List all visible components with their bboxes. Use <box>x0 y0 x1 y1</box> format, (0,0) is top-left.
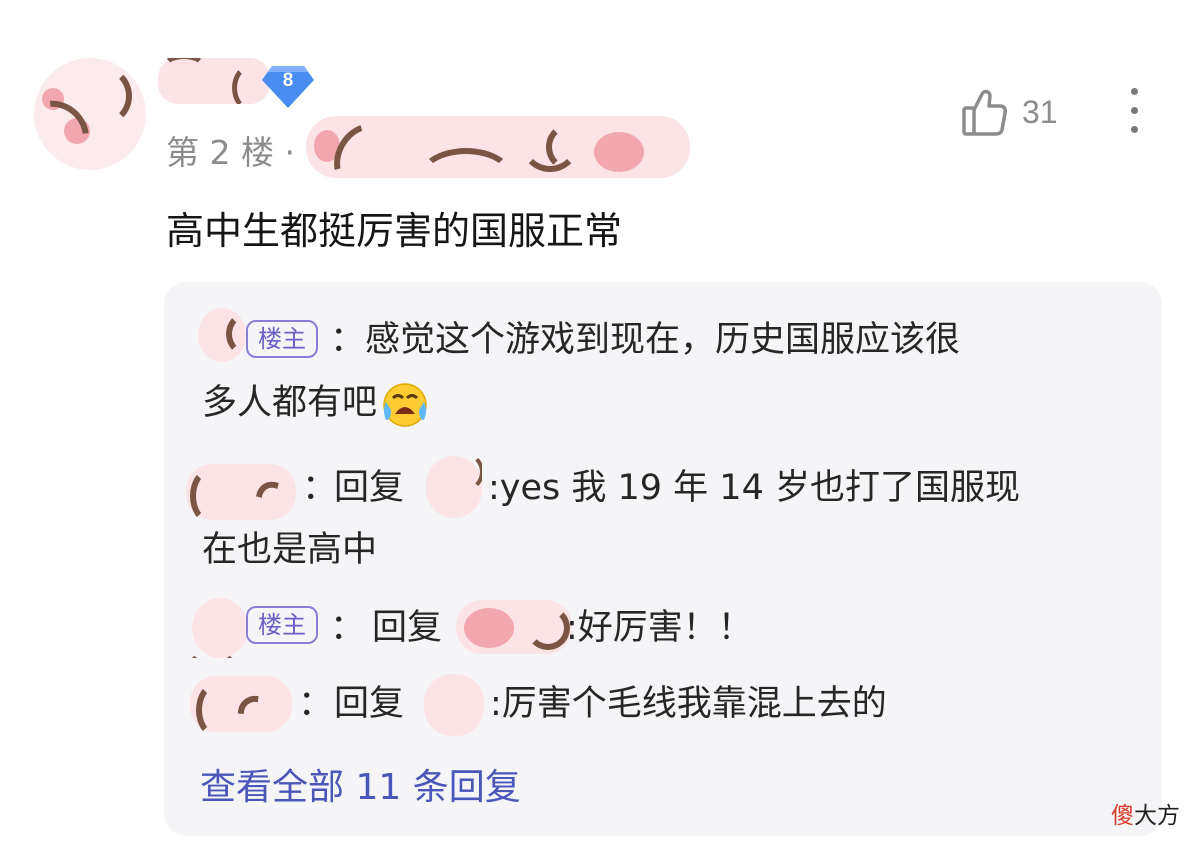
reply-4-text: :厉害个毛线我靠混上去的 <box>490 684 887 724</box>
reply-author-censored[interactable] <box>198 306 246 362</box>
reply-4-colon: ： <box>298 684 334 724</box>
reply-2-text-line1: :yes 我 19 年 14 岁也打了国服现 <box>488 468 1020 508</box>
comment-text: 高中生都挺厉害的国服正常 <box>166 209 623 253</box>
floor-label: 第 2 楼 · <box>166 133 295 172</box>
reply-author-censored[interactable] <box>186 464 296 520</box>
thumbs-up-icon[interactable] <box>960 88 1008 138</box>
avatar[interactable] <box>34 58 146 170</box>
watermark: 傻大方 <box>1111 796 1180 830</box>
crying-emoji-icon <box>381 380 429 428</box>
reply-3-text: :好厉害！！ <box>566 608 753 648</box>
replied-user-censored[interactable] <box>456 600 572 654</box>
reply-3-colon: ： <box>330 608 366 648</box>
reply-1-text-line2-content: 多人都有吧 <box>202 383 378 423</box>
reply-4-reply-label: 回复 <box>334 684 405 724</box>
view-all-replies-link[interactable]: 查看全部 11 条回复 <box>200 758 521 810</box>
level-diamond-icon: 8 <box>262 62 314 110</box>
reply-author-censored[interactable] <box>190 676 292 732</box>
more-vertical-icon[interactable] <box>1124 88 1144 138</box>
reply-3-reply-label: 回复 <box>372 608 443 648</box>
replied-user-censored[interactable] <box>424 674 484 736</box>
reply-2-colon: ： <box>302 468 338 508</box>
replied-user-censored[interactable] <box>426 456 482 518</box>
reply-2-reply-label: 回复 <box>334 468 405 508</box>
watermark-part-1: 傻 <box>1111 803 1134 829</box>
op-tag: 楼主 <box>246 320 318 358</box>
reply-author-censored[interactable] <box>192 598 248 658</box>
reply-2-text-line2: 在也是高中 <box>202 530 378 570</box>
op-tag: 楼主 <box>246 606 318 644</box>
username-censored[interactable] <box>158 58 270 104</box>
reply-1-text-line1: ：感觉这个游戏到现在，历史国服应该很 <box>330 320 961 360</box>
post-meta-censored <box>306 112 690 178</box>
reply-1-text-line2: 多人都有吧 <box>202 380 429 428</box>
like-count: 31 <box>1022 94 1058 130</box>
watermark-part-2: 大方 <box>1134 803 1180 829</box>
level-number: 8 <box>282 70 294 91</box>
